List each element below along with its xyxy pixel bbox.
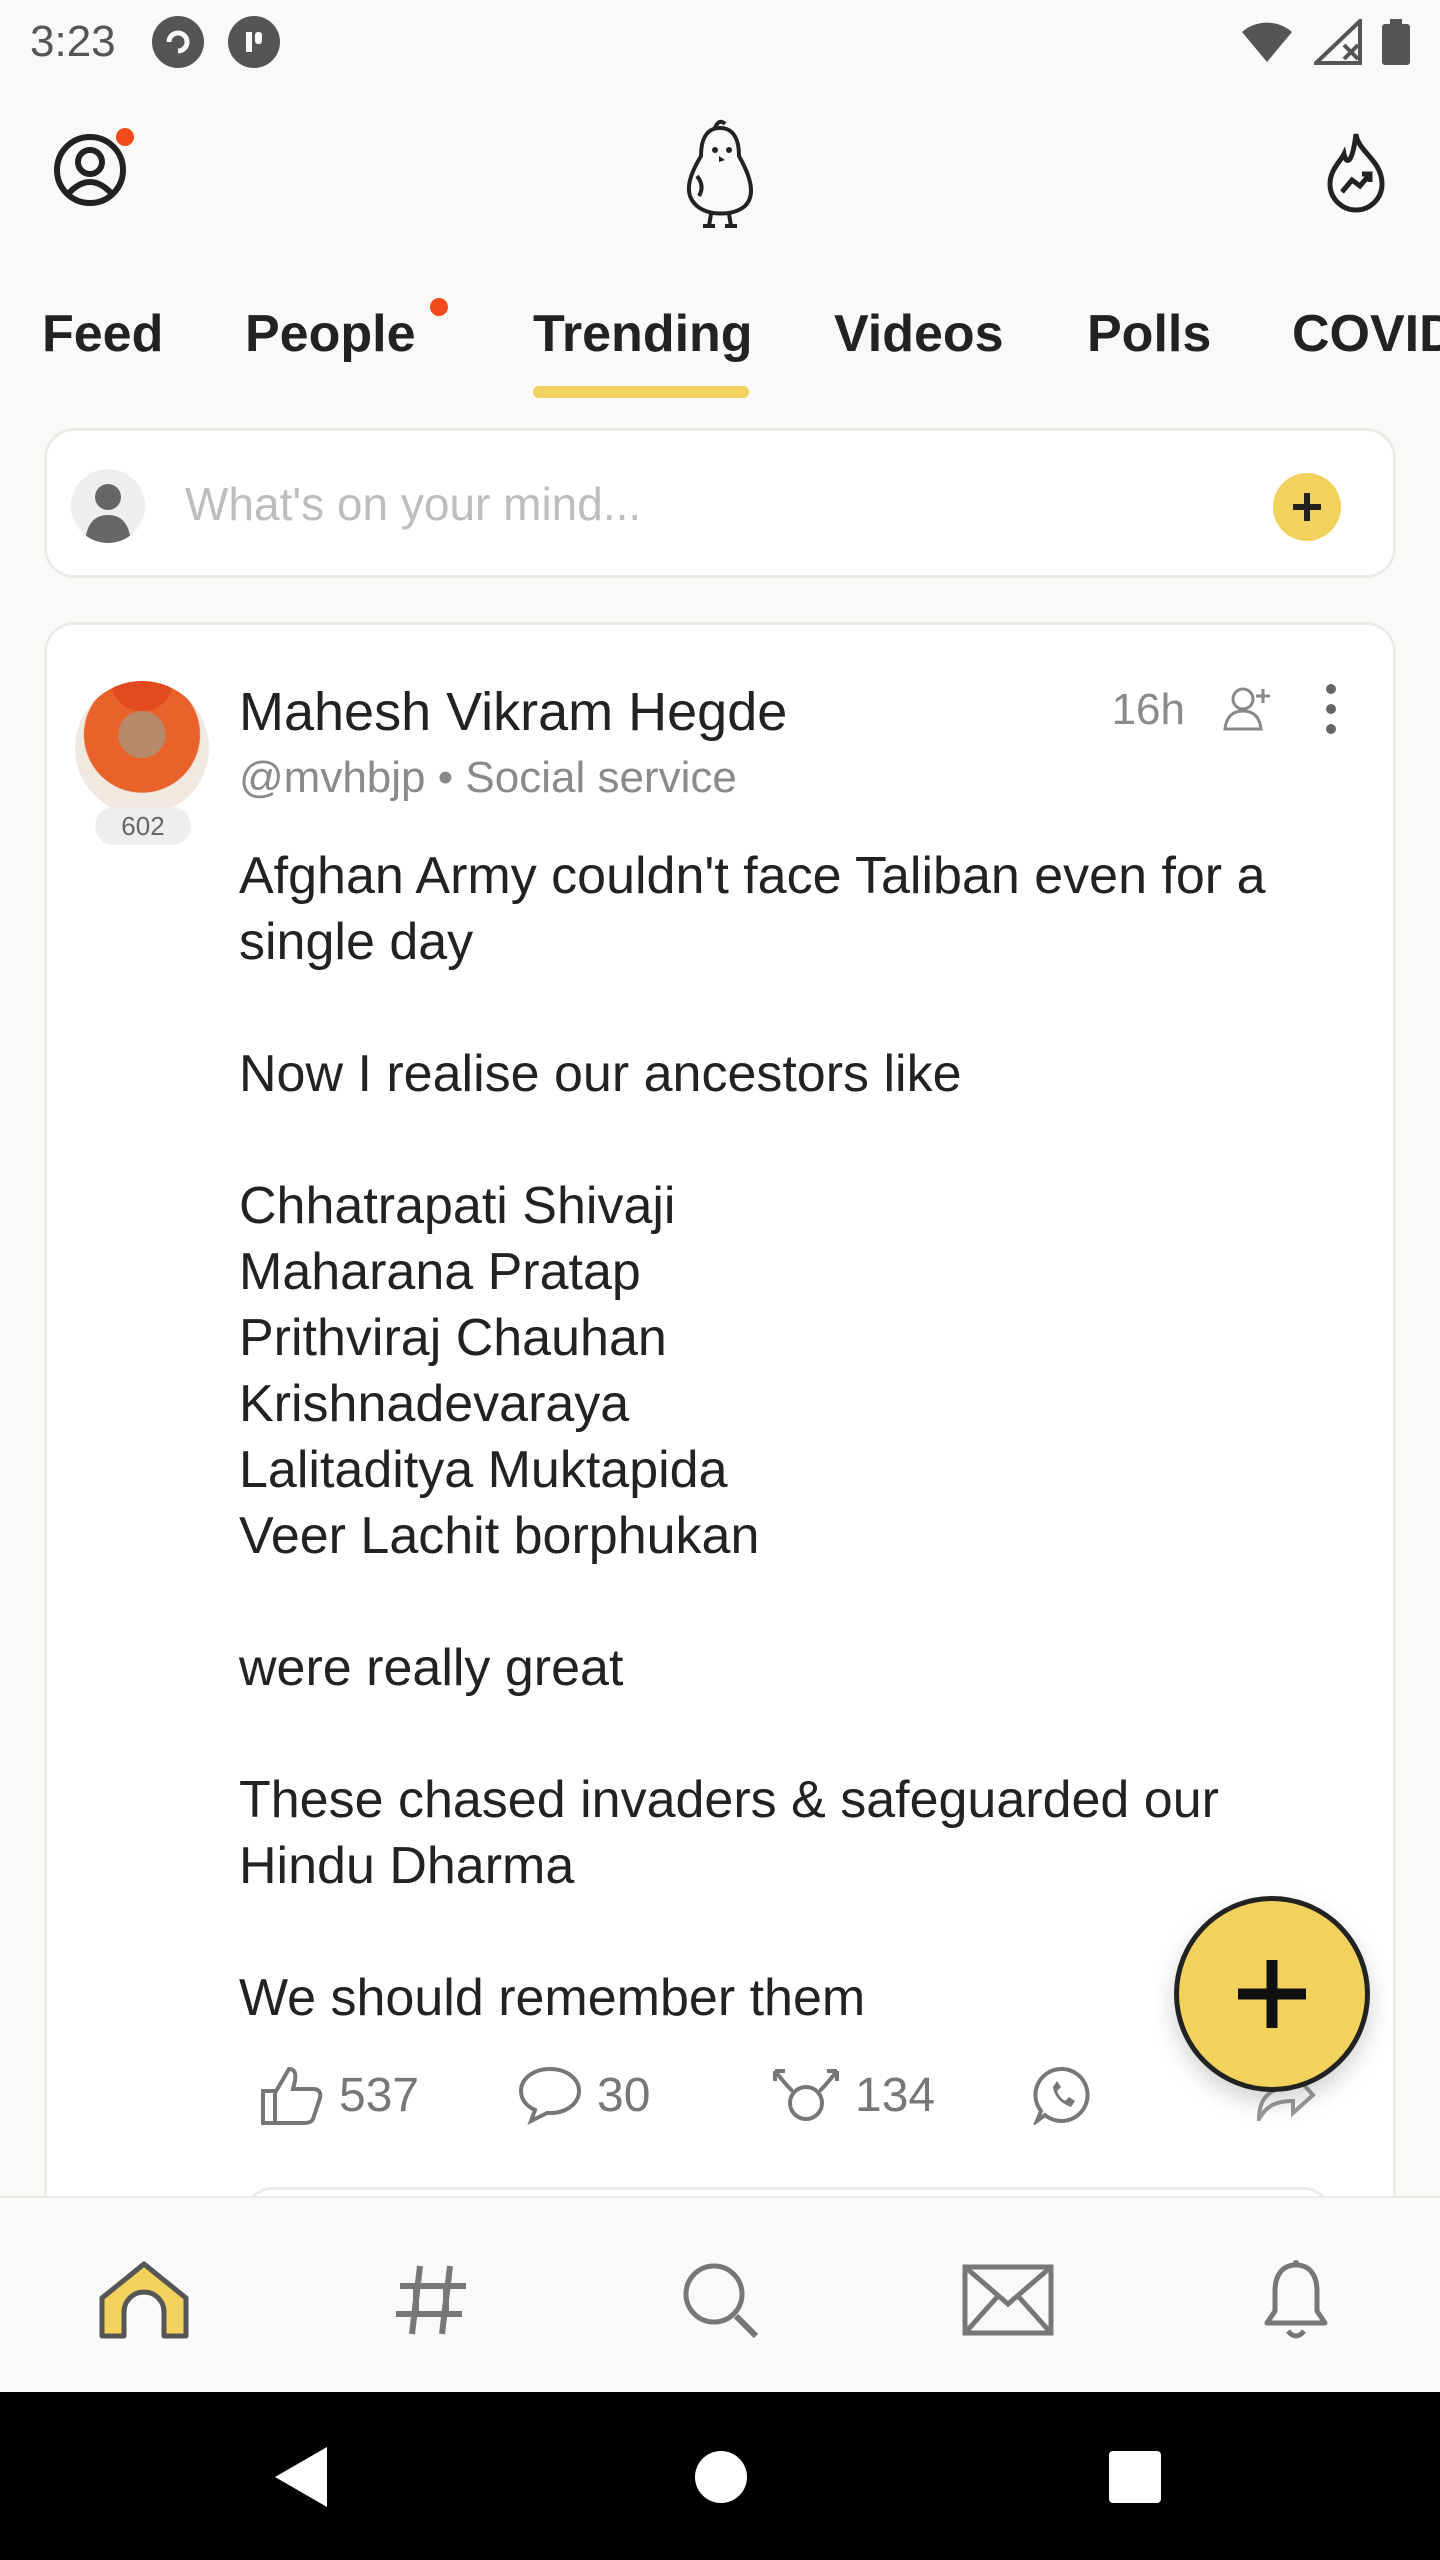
- active-tab-indicator: [533, 386, 749, 398]
- follow-button[interactable]: [1223, 683, 1273, 733]
- trending-button[interactable]: [1324, 130, 1388, 214]
- user-avatar: [71, 469, 145, 543]
- meta-separator: •: [425, 753, 466, 802]
- tab-videos[interactable]: Videos: [834, 304, 1004, 364]
- nav-notifications[interactable]: [1248, 2252, 1344, 2348]
- nav-home[interactable]: [96, 2252, 192, 2348]
- recents-square-icon: [1109, 2451, 1161, 2503]
- status-bar: 3:23: [0, 0, 1440, 84]
- more-vertical-icon: [1326, 684, 1336, 734]
- system-navigation-bar: [0, 2392, 1440, 2560]
- author-category: Social service: [465, 753, 737, 802]
- notification-dot: [430, 298, 448, 316]
- avatar-badge: 602: [95, 807, 191, 845]
- wifi-icon: [1242, 22, 1292, 62]
- post-time: 16h: [1111, 685, 1185, 734]
- bottom-navigation: [0, 2196, 1440, 2392]
- plus-icon: [1293, 493, 1321, 521]
- like-button[interactable]: 537: [259, 2065, 419, 2125]
- person-placeholder-icon: [85, 484, 131, 543]
- back-triangle-icon: [275, 2447, 327, 2507]
- search-icon: [683, 2263, 759, 2339]
- more-options-button[interactable]: [1317, 681, 1345, 737]
- bell-icon: [1264, 2260, 1328, 2339]
- create-koo-fab[interactable]: [1174, 1896, 1370, 2092]
- hashtag-icon: [396, 2265, 466, 2335]
- system-back-button[interactable]: [266, 2442, 336, 2512]
- status-app-icon: [227, 16, 280, 68]
- home-icon: [99, 2261, 189, 2339]
- profile-icon: [54, 134, 126, 206]
- nav-messages[interactable]: [960, 2252, 1056, 2348]
- tab-polls[interactable]: Polls: [1087, 304, 1211, 364]
- comment-count: 30: [597, 2068, 651, 2122]
- author-handle: @mvhbjp: [239, 753, 426, 802]
- category-tabs: Feed People Trending Videos Polls COVID: [0, 290, 1440, 400]
- author-avatar[interactable]: [75, 681, 209, 815]
- compose-plus-button[interactable]: [1273, 473, 1341, 541]
- author-meta: @mvhbjp • Social service: [239, 753, 737, 803]
- profile-button[interactable]: [52, 132, 128, 208]
- system-recents-button[interactable]: [1100, 2442, 1170, 2512]
- status-time: 3:23: [30, 17, 116, 66]
- plus-icon: [1238, 1960, 1306, 2028]
- notification-dot: [116, 128, 134, 146]
- post-body: Afghan Army couldn't face Taliban even f…: [239, 847, 1266, 2027]
- nav-hashtag[interactable]: [384, 2252, 480, 2348]
- trending-flame-icon: [1327, 133, 1385, 213]
- composer-placeholder[interactable]: What's on your mind...: [185, 477, 641, 531]
- comment-icon: [518, 2066, 582, 2125]
- signal-icon: [1314, 19, 1362, 65]
- battery-icon: [1382, 19, 1410, 65]
- thumbs-up-icon: [261, 2066, 323, 2125]
- add-user-icon: [1223, 687, 1270, 731]
- mail-icon: [962, 2264, 1054, 2336]
- rekoo-count: 134: [855, 2068, 936, 2122]
- tab-people[interactable]: People: [245, 304, 416, 364]
- post-composer[interactable]: What's on your mind...: [44, 428, 1396, 578]
- like-count: 537: [339, 2068, 420, 2122]
- whatsapp-share-button[interactable]: [1033, 2065, 1107, 2125]
- bird-logo-icon: [686, 119, 754, 228]
- top-app-bar: [0, 110, 1440, 230]
- post-actions: 537 30 134: [47, 2045, 1393, 2145]
- comment-button[interactable]: 30: [517, 2065, 650, 2125]
- system-home-button[interactable]: [686, 2442, 756, 2512]
- home-circle-icon: [695, 2451, 747, 2503]
- tab-feed[interactable]: Feed: [42, 304, 163, 364]
- author-name[interactable]: Mahesh Vikram Hegde: [239, 681, 787, 743]
- status-app-icon: [151, 16, 204, 68]
- rekoo-button[interactable]: 134: [771, 2065, 935, 2125]
- whatsapp-icon: [1033, 2066, 1090, 2125]
- rekoo-icon: [773, 2069, 839, 2121]
- koo-logo[interactable]: [675, 114, 765, 230]
- nav-search[interactable]: [672, 2252, 768, 2348]
- tab-covid[interactable]: COVID: [1292, 304, 1440, 364]
- tab-trending[interactable]: Trending: [533, 304, 753, 364]
